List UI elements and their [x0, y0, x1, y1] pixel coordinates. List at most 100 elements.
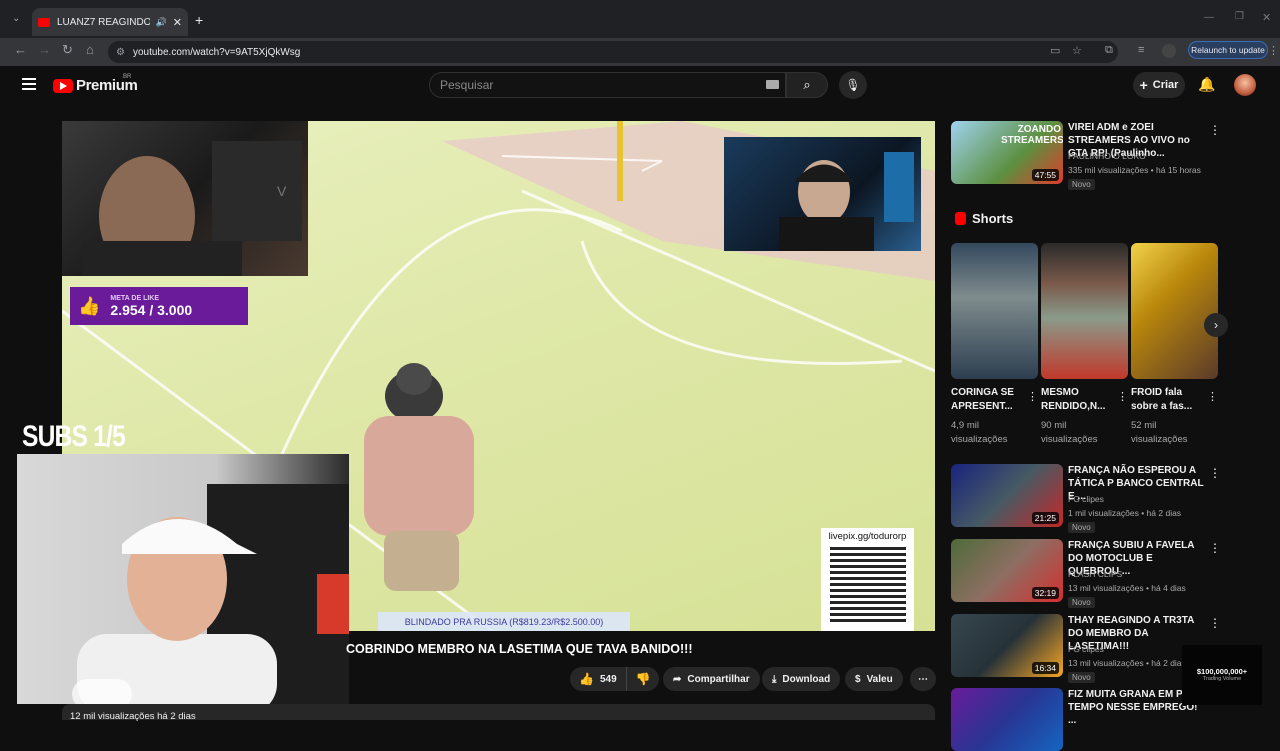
more-actions-button[interactable]: ⋯: [910, 667, 936, 691]
recommendation-meta: 335 mil visualizações • há 15 horas: [1068, 165, 1201, 175]
recommendation-item[interactable]: 21:25 FRANÇA NÃO ESPEROU A TÁTICA P BANC…: [951, 464, 1221, 533]
extensions-icon[interactable]: ⧉: [1105, 44, 1119, 56]
notifications-bell-icon[interactable]: 🔔: [1198, 76, 1215, 93]
recommendation-item[interactable]: 32:19 FRANÇA SUBIU A FAVELA DO MOTOCLUB …: [951, 539, 1221, 608]
audio-icon: 🔊: [155, 16, 167, 27]
more-options-icon[interactable]: ⋮: [1027, 390, 1038, 403]
share-label: Compartilhar: [687, 673, 750, 685]
short-views: 52 mil visualizações: [1131, 420, 1188, 445]
more-options-icon[interactable]: ⋮: [1207, 390, 1218, 403]
avatar[interactable]: [1234, 74, 1256, 96]
like-goal-overlay: 👍 META DE LIKE 2.954 / 3.000: [70, 287, 248, 325]
more-options-icon[interactable]: ⋮: [1117, 390, 1128, 403]
thanks-button[interactable]: $ Valeu: [845, 667, 903, 691]
shorts-heading: Shorts: [955, 211, 1013, 226]
omnibox[interactable]: ⚙ youtube.com/watch?v=9AT5XjQkWsg: [108, 41, 1118, 63]
create-label: Criar: [1152, 79, 1179, 91]
keyboard-icon[interactable]: [766, 80, 779, 89]
donation-ticker: BLINDADO PRA RUSSIA (R$819.23/R$2.500.00…: [378, 612, 630, 631]
duration-badge: 16:34: [1031, 662, 1059, 674]
youtube-favicon-icon: [38, 17, 50, 27]
duration-badge: 47:55: [1031, 169, 1059, 181]
like-goal-value: 2.954 / 3.000: [110, 301, 193, 318]
video-title: COBRINDO MEMBRO NA LASETIMA QUE TAVA BAN…: [346, 642, 693, 656]
recommendation-meta: 13 mil visualizações • há 2 dias: [1068, 658, 1186, 668]
short-views: 90 mil visualizações: [1041, 420, 1098, 445]
short-title: CORINGA SE APRESENT...: [951, 387, 1014, 412]
youtube-play-icon: [53, 78, 73, 93]
window-minimize-button[interactable]: —: [1204, 12, 1214, 23]
new-badge: Novo: [1068, 597, 1095, 608]
search-input[interactable]: Pesquisar: [429, 72, 786, 98]
profile-icon[interactable]: [1162, 44, 1176, 58]
more-options-icon[interactable]: ⋮: [1209, 123, 1221, 137]
cast-icon[interactable]: ▭: [1050, 44, 1064, 57]
forward-icon[interactable]: →: [38, 42, 51, 57]
video-thumbnail[interactable]: 32:19: [951, 539, 1063, 602]
reading-list-icon[interactable]: ≡: [1138, 44, 1152, 56]
short-title: MESMO RENDIDO,N...: [1041, 387, 1106, 412]
chrome-menu-icon[interactable]: ⋮: [1268, 44, 1280, 57]
promo-line-1: $100,000,000+: [1196, 667, 1248, 676]
qr-code-overlay: livepix.gg/todurorp: [821, 528, 914, 631]
window-maximize-button[interactable]: ❐: [1235, 11, 1244, 22]
short-thumbnail[interactable]: [1131, 243, 1218, 379]
home-icon[interactable]: ⌂: [86, 42, 94, 57]
channel-name[interactable]: FLASH CLIPS: [1068, 569, 1122, 579]
region-code: BR: [123, 74, 132, 80]
new-badge: Novo: [1068, 522, 1095, 533]
like-button[interactable]: 👍 549: [570, 667, 627, 691]
youtube-premium-logo[interactable]: Premium BR: [53, 74, 138, 94]
relaunch-button[interactable]: Relaunch to update: [1188, 41, 1268, 59]
reactor-facecam: [17, 454, 349, 704]
recommendation-meta: 13 mil visualizações • há 4 dias: [1068, 583, 1186, 593]
url-text: youtube.com/watch?v=9AT5XjQkWsg: [132, 46, 301, 58]
search-button[interactable]: ⌕: [786, 72, 828, 98]
tab-search-icon[interactable]: ⌄: [12, 13, 20, 24]
more-options-icon[interactable]: ⋮: [1209, 616, 1221, 630]
video-thumbnail[interactable]: 16:34: [951, 614, 1063, 677]
voice-search-button[interactable]: 🎙: [839, 71, 867, 99]
tab-close-icon[interactable]: ✕: [173, 16, 182, 29]
mic-icon: 🎙: [845, 78, 861, 92]
shorts-next-button[interactable]: ›: [1204, 313, 1228, 337]
shorts-title: Shorts: [972, 211, 1014, 226]
channel-name[interactable]: FG clipes: [1068, 644, 1104, 654]
window-close-button[interactable]: ✕: [1262, 11, 1271, 24]
plus-icon: +: [1139, 77, 1148, 93]
share-button[interactable]: ➦ Compartilhar: [663, 667, 760, 691]
create-button[interactable]: + Criar: [1133, 72, 1185, 98]
qr-caption: livepix.gg/todurorp: [828, 531, 907, 542]
reload-icon[interactable]: ↻: [62, 42, 73, 58]
dislike-button[interactable]: 👎: [627, 672, 660, 686]
duration-badge: 21:25: [1031, 512, 1059, 524]
channel-name[interactable]: FG clipes: [1068, 494, 1104, 504]
chevron-right-icon: ›: [1214, 318, 1218, 332]
recommendation-item[interactable]: FIZ MUITA GRANA EM POU TEMPO NESSE EMPRE…: [951, 688, 1216, 751]
bookmark-star-icon[interactable]: ☆: [1072, 44, 1086, 57]
more-options-icon[interactable]: ⋮: [1209, 466, 1221, 480]
download-label: Download: [782, 673, 831, 685]
shorts-icon: [955, 212, 966, 225]
subs-overlay-text: SUBS 1/5: [22, 420, 126, 453]
short-thumbnail[interactable]: [1041, 243, 1128, 379]
video-thumbnail[interactable]: ZOANDO STREAMERS 47:55: [951, 121, 1063, 184]
new-badge: Novo: [1068, 179, 1095, 190]
download-button[interactable]: ⤓ Download: [762, 667, 841, 691]
short-thumbnail[interactable]: [951, 243, 1038, 379]
site-info-icon[interactable]: ⚙: [116, 47, 125, 58]
search-icon: ⌕: [803, 77, 811, 92]
like-goal-label: META DE LIKE: [110, 294, 160, 302]
back-icon[interactable]: ←: [14, 42, 27, 57]
menu-icon[interactable]: [22, 78, 36, 90]
video-thumbnail[interactable]: 21:25: [951, 464, 1063, 527]
recommendation-item[interactable]: 16:34 THAY REAGINDO A TR3TA DO MEMBRO DA…: [951, 614, 1221, 683]
streamer-webcam-right: [724, 137, 921, 251]
like-count: 549: [599, 673, 617, 685]
browser-tab[interactable]: LUANZ7 REAGINDO RENATO 🔊 ✕: [32, 8, 188, 36]
recommendation-item[interactable]: ZOANDO STREAMERS 47:55 VIREI ADM e ZOEI …: [951, 121, 1221, 191]
channel-name[interactable]: PAULINHO O LOKO: [1068, 151, 1146, 161]
thumbs-up-icon: 👍: [579, 672, 594, 686]
more-options-icon[interactable]: ⋮: [1209, 541, 1221, 555]
new-tab-button[interactable]: +: [195, 12, 203, 28]
